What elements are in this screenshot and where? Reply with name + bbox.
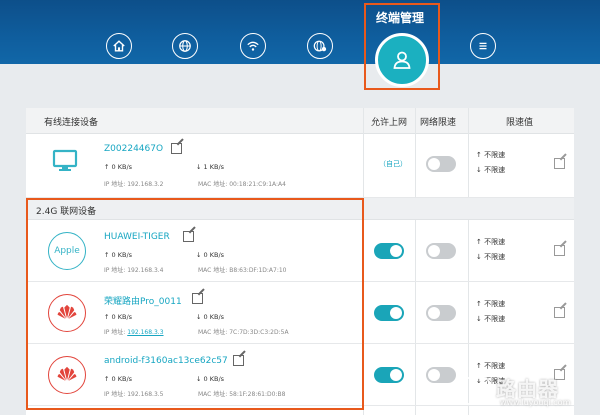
ip-address: IP 地址: 192.168.3.4 xyxy=(104,267,164,274)
internet-access-toggle[interactable] xyxy=(374,243,404,259)
huawei-logo-icon xyxy=(48,294,86,332)
wired-header: 有线连接设备 xyxy=(44,118,99,128)
section-header-2g: 2.4G 联网设备 xyxy=(26,198,574,220)
mac-address: MAC 地址: B8:63:DF:1D:A7:10 xyxy=(198,267,287,274)
speed-limit-toggle[interactable] xyxy=(426,243,456,259)
upload-speed: ↑ 0 KB/s xyxy=(104,163,133,171)
speed-limit-toggle[interactable] xyxy=(426,305,456,321)
edit-icon[interactable] xyxy=(233,355,244,366)
menu-icon[interactable] xyxy=(470,33,496,59)
watermark: 路由器 www.luyouqi.com xyxy=(454,371,592,411)
device-name[interactable]: HUAWEI-TIGER xyxy=(104,232,170,242)
download-speed: ↓ 0 KB/s xyxy=(196,375,225,383)
ip-address: IP 地址: 192.168.3.2 xyxy=(104,181,164,188)
device-table: 有线连接设备 允许上网 网络限速 限速值 Z00224467O ↑ 0 KB/s… xyxy=(26,108,574,415)
edit-icon[interactable] xyxy=(171,143,182,154)
user-icon[interactable] xyxy=(375,33,429,87)
page-title: 终端管理 xyxy=(375,11,424,25)
huawei-logo-icon xyxy=(48,356,86,394)
upload-speed: ↑ 0 KB/s xyxy=(104,251,133,259)
speed-limit-toggle[interactable] xyxy=(426,367,456,383)
internet-access-toggle[interactable] xyxy=(374,367,404,383)
limit-edit-icon[interactable] xyxy=(554,245,565,256)
allow-internet-header: 允许上网 xyxy=(371,118,408,128)
upload-speed: ↑ 0 KB/s xyxy=(104,313,133,321)
download-speed: ↓ 0 KB/s xyxy=(196,313,225,321)
ip-address: IP 地址: 192.168.3.5 xyxy=(104,391,164,398)
limit-values: ↑ 不限速 ↓ 不限速 xyxy=(476,151,506,174)
edit-icon[interactable] xyxy=(183,231,194,242)
table-row: Apple HUAWEI-TIGER ↑ 0 KB/s ↓ 0 KB/s IP … xyxy=(26,220,574,282)
upload-speed: ↑ 0 KB/s xyxy=(104,375,133,383)
device-name[interactable]: 荣耀路由Pro_0011 xyxy=(104,294,182,307)
table-header: 有线连接设备 允许上网 网络限速 限速值 xyxy=(26,108,574,134)
limit-values: ↑ 不限速 ↓ 不限速 xyxy=(476,300,506,323)
router-logo-icon xyxy=(460,377,490,405)
device-name[interactable]: android-f3160ac13ce62c57 xyxy=(104,356,228,366)
device-name[interactable]: Z00224467O xyxy=(104,144,163,154)
limit-values: ↑ 不限速 ↓ 不限速 xyxy=(476,238,506,261)
monitor-icon xyxy=(52,149,78,173)
section-label: 2.4G 联网设备 xyxy=(36,207,97,217)
wifi-icon[interactable] xyxy=(240,33,266,59)
apple-device-icon: Apple xyxy=(48,232,86,270)
mac-address: MAC 地址: 00:18:21:C9:1A:A4 xyxy=(198,181,286,188)
table-row: Z00224467O ↑ 0 KB/s ↓ 1 KB/s IP 地址: 192.… xyxy=(26,134,574,198)
download-speed: ↓ 0 KB/s xyxy=(196,251,225,259)
speed-limit-toggle[interactable] xyxy=(426,156,456,172)
ip-address: IP 地址: 192.168.3.3 xyxy=(104,329,164,336)
download-speed: ↓ 1 KB/s xyxy=(196,163,225,171)
net-limit-header: 网络限速 xyxy=(420,118,457,128)
mac-address: MAC 地址: 7C:7D:3D:C3:2D:5A xyxy=(198,329,289,336)
watermark-url: www.luyouqi.com xyxy=(500,398,571,407)
top-nav-bar: 终端管理 xyxy=(0,0,600,87)
self-badge: （自己） xyxy=(379,160,407,168)
edit-icon[interactable] xyxy=(192,293,203,304)
limit-edit-icon[interactable] xyxy=(554,158,565,169)
mac-address: MAC 地址: 58:1F:28:61:D0:B8 xyxy=(198,391,286,398)
limit-edit-icon[interactable] xyxy=(554,307,565,318)
globe-icon[interactable] xyxy=(172,33,198,59)
ip-link[interactable]: 192.168.3.3 xyxy=(127,329,163,336)
home-icon[interactable] xyxy=(106,33,132,59)
globe-settings-icon[interactable] xyxy=(307,33,333,59)
limit-value-header: 限速值 xyxy=(506,118,534,128)
table-row: 荣耀路由Pro_0011 ↑ 0 KB/s ↓ 0 KB/s IP 地址: 19… xyxy=(26,282,574,344)
internet-access-toggle[interactable] xyxy=(374,305,404,321)
